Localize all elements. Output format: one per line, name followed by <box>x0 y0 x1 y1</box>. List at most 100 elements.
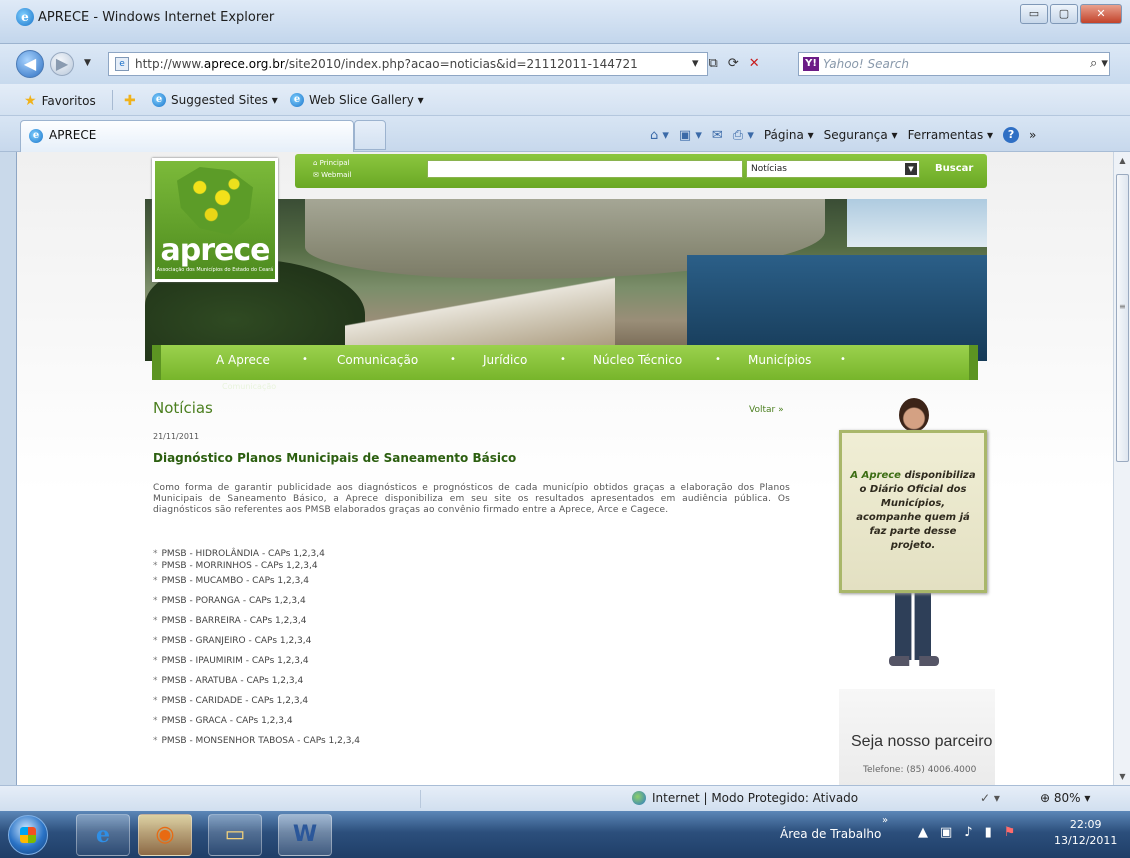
refresh-icon[interactable]: ⟳ <box>728 56 739 71</box>
minimize-button[interactable]: ▭ <box>1020 4 1048 24</box>
scroll-thumb[interactable] <box>1116 174 1129 462</box>
show-hidden-icons-icon[interactable]: ▲ <box>918 825 928 840</box>
volume-icon[interactable]: ♪ <box>964 825 972 840</box>
home-icon[interactable]: ⌂ ▾ <box>650 128 669 143</box>
list-item[interactable]: * PMSB - GRACA - CAPs 1,2,3,4 <box>153 716 293 726</box>
list-item[interactable]: * PMSB - MORRINHOS - CAPs 1,2,3,4 <box>153 561 318 571</box>
pmsb-link[interactable]: PMSB - HIDROLÂNDIA - CAPs 1,2,3,4 <box>162 549 325 559</box>
pmsb-link[interactable]: PMSB - MORRINHOS - CAPs 1,2,3,4 <box>162 561 318 571</box>
new-tab-button[interactable] <box>354 120 386 150</box>
site-search-input[interactable] <box>427 160 743 178</box>
pmsb-link[interactable]: PMSB - GRACA - CAPs 1,2,3,4 <box>162 716 293 726</box>
nav-a-aprece[interactable]: A Aprece <box>216 353 270 367</box>
search-input[interactable]: Y! Yahoo! Search <box>798 52 1110 76</box>
promo-body: disponibiliza o Diário Oficial dos Munic… <box>856 470 976 551</box>
close-button[interactable]: ✕ <box>1080 4 1122 24</box>
pmsb-link[interactable]: PMSB - PORANGA - CAPs 1,2,3,4 <box>162 596 306 606</box>
print-icon[interactable]: ⎙ ▾ <box>733 128 754 143</box>
compatibility-view-icon[interactable]: ⧉ <box>709 56 718 71</box>
taskbar-ie-icon[interactable]: e <box>76 814 130 856</box>
scroll-up-icon[interactable]: ▲ <box>1114 152 1130 169</box>
list-item[interactable]: * PMSB - IPAUMIRIM - CAPs 1,2,3,4 <box>153 656 309 666</box>
signal-icon[interactable]: ▮ <box>985 825 992 840</box>
address-input[interactable]: e http://www.aprece.org.br/site2010/inde… <box>108 52 708 76</box>
bullet-icon: * <box>153 636 158 646</box>
action-center-icon[interactable]: ⚑ <box>1004 825 1016 840</box>
bullet-icon: * <box>153 696 158 706</box>
partner-banner[interactable]: Seja nosso parceiro Telefone: (85) 4006.… <box>839 689 995 785</box>
vertical-scrollbar[interactable]: ▲ ≡ ▼ <box>1113 152 1130 785</box>
taskbar-explorer-icon[interactable]: ▭ <box>208 814 262 856</box>
url-domain: aprece.org.br <box>203 57 285 71</box>
promo-highlight: A Aprece <box>850 470 901 481</box>
webmail-link[interactable]: ✉ Webmail <box>313 171 351 179</box>
start-button[interactable] <box>8 815 48 855</box>
pmsb-link[interactable]: PMSB - GRANJEIRO - CAPs 1,2,3,4 <box>162 636 312 646</box>
search-icon[interactable]: ⌕ ▾ <box>1090 56 1108 71</box>
maximize-button[interactable]: ▢ <box>1050 4 1078 24</box>
taskbar-firefox-icon[interactable]: ◉ <box>138 814 192 856</box>
nav-juridico[interactable]: Jurídico <box>483 353 527 367</box>
scroll-grip-icon: ≡ <box>1119 302 1126 311</box>
principal-link[interactable]: ⌂ Principal <box>313 159 350 167</box>
tools-menu[interactable]: Ferramentas ▾ <box>908 128 993 142</box>
aprece-logo[interactable]: aprece Associação dos Municípios do Esta… <box>152 158 278 282</box>
desktop-toolbar-label[interactable]: Área de Trabalho <box>780 827 881 841</box>
zone-text: Internet | Modo Protegido: Ativado <box>652 791 859 805</box>
site-search-category[interactable]: Notícias ▼ <box>746 160 920 178</box>
stop-icon[interactable]: ✕ <box>749 56 760 71</box>
list-item[interactable]: * PMSB - ARATUBA - CAPs 1,2,3,4 <box>153 676 303 686</box>
address-dropdown-icon[interactable]: ▾ <box>692 56 699 71</box>
search-placeholder: Yahoo! Search <box>823 57 909 71</box>
toolbar-overflow-icon[interactable]: » <box>882 815 888 826</box>
principal-label: Principal <box>319 159 350 167</box>
security-menu[interactable]: Segurança ▾ <box>824 128 898 142</box>
pmsb-link[interactable]: PMSB - IPAUMIRIM - CAPs 1,2,3,4 <box>162 656 309 666</box>
site-search-button[interactable]: Buscar <box>935 163 973 174</box>
bullet-icon: * <box>153 736 158 746</box>
url-path: /site2010/index.php?acao=noticias&id=211… <box>284 57 638 71</box>
clock[interactable]: 22:09 13/12/2011 <box>1054 817 1117 849</box>
mail-icon[interactable]: ✉ <box>712 128 723 143</box>
pmsb-link[interactable]: PMSB - ARATUBA - CAPs 1,2,3,4 <box>162 676 304 686</box>
more-chevron-icon[interactable]: » <box>1029 128 1036 142</box>
forward-button[interactable]: ▶ <box>50 52 74 76</box>
list-item[interactable]: * PMSB - MONSENHOR TABOSA - CAPs 1,2,3,4 <box>153 736 360 746</box>
diario-oficial-banner[interactable]: A Aprece disponibiliza o Diário Oficial … <box>839 430 987 593</box>
nav-nucleo-tecnico[interactable]: Núcleo Técnico <box>593 353 682 367</box>
nav-municipios[interactable]: Municípios <box>748 353 811 367</box>
list-item[interactable]: * PMSB - HIDROLÂNDIA - CAPs 1,2,3,4 <box>153 549 325 559</box>
list-item[interactable]: * PMSB - BARREIRA - CAPs 1,2,3,4 <box>153 616 307 626</box>
list-item[interactable]: * PMSB - GRANJEIRO - CAPs 1,2,3,4 <box>153 636 311 646</box>
help-icon[interactable]: ? <box>1003 127 1020 143</box>
page-menu[interactable]: Página ▾ <box>764 128 814 142</box>
suggested-sites-link[interactable]: e Suggested Sites ▾ <box>152 93 278 107</box>
back-link[interactable]: Voltar » <box>749 405 784 415</box>
list-item[interactable]: * PMSB - MUCAMBO - CAPs 1,2,3,4 <box>153 576 309 586</box>
list-item[interactable]: * PMSB - CARIDADE - CAPs 1,2,3,4 <box>153 696 308 706</box>
favorites-button[interactable]: ★ Favoritos <box>24 93 96 109</box>
scroll-down-icon[interactable]: ▼ <box>1114 768 1130 785</box>
history-dropdown-icon[interactable]: ▼ <box>84 58 91 68</box>
bullet-icon: * <box>153 596 158 606</box>
pmsb-link[interactable]: PMSB - MUCAMBO - CAPs 1,2,3,4 <box>162 576 309 586</box>
tab-aprece[interactable]: e APRECE <box>20 120 354 152</box>
add-favorite-icon: ✚ <box>124 93 136 109</box>
zoom-control[interactable]: ⊕ 80% ▾ <box>1040 791 1090 805</box>
web-slice-gallery-link[interactable]: e Web Slice Gallery ▾ <box>290 93 424 107</box>
network-device-icon[interactable]: ▣ <box>940 825 952 840</box>
webmail-label: Webmail <box>321 171 352 179</box>
feeds-icon[interactable]: ▣ ▾ <box>679 128 702 143</box>
taskbar-word-icon[interactable]: W <box>278 814 332 856</box>
security-zone[interactable]: Internet | Modo Protegido: Ativado <box>632 791 858 805</box>
add-favorite-button[interactable]: ✚ <box>124 93 136 109</box>
nav-separator: • <box>450 354 456 365</box>
nav-comunicacao[interactable]: Comunicação <box>337 353 418 367</box>
globe-icon <box>632 791 646 805</box>
pmsb-link[interactable]: PMSB - MONSENHOR TABOSA - CAPs 1,2,3,4 <box>162 736 361 746</box>
pmsb-link[interactable]: PMSB - CARIDADE - CAPs 1,2,3,4 <box>162 696 309 706</box>
back-button[interactable]: ◀ <box>16 50 44 78</box>
pmsb-link[interactable]: PMSB - BARREIRA - CAPs 1,2,3,4 <box>162 616 307 626</box>
list-item[interactable]: * PMSB - PORANGA - CAPs 1,2,3,4 <box>153 596 306 606</box>
protected-mode-icon[interactable]: ✓ ▾ <box>980 791 1000 805</box>
